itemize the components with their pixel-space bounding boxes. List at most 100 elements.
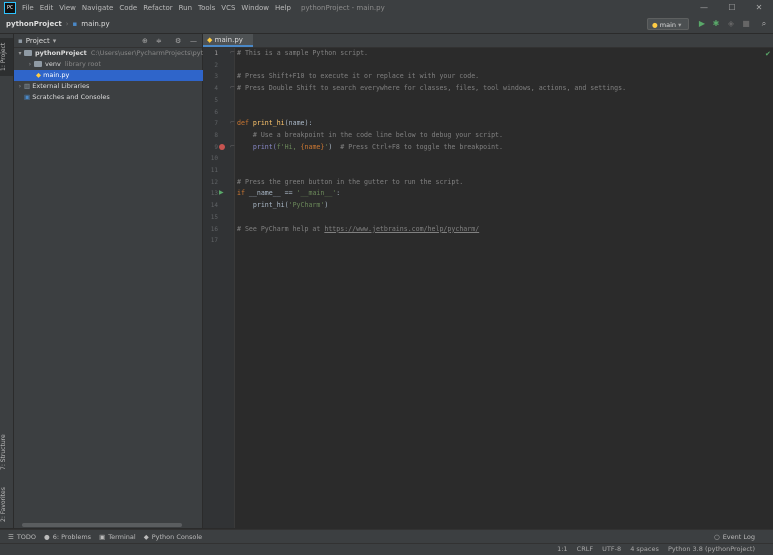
- code-text: print(: [237, 142, 277, 151]
- close-button[interactable]: ✕: [745, 0, 773, 16]
- code-text: (name):: [284, 119, 313, 128]
- tool-python-console[interactable]: ◆ Python Console: [144, 533, 202, 541]
- keyword: def: [237, 119, 253, 128]
- minimize-button[interactable]: —: [690, 0, 718, 16]
- indent-setting[interactable]: 4 spaces: [630, 545, 659, 553]
- line-number: 9: [214, 143, 218, 151]
- left-tool-stripe: 1: Project 7: Structure 2: Favorites: [0, 34, 14, 528]
- list-icon: ☰: [8, 533, 14, 541]
- code-line-3: # Press Shift+F10 to execute it or repla…: [237, 72, 480, 81]
- tool-label: TODO: [16, 533, 37, 541]
- breadcrumb-project[interactable]: pythonProject: [6, 20, 62, 28]
- tree-item-project-root[interactable]: ▾ pythonProject C:\Users\user\PycharmProj…: [14, 48, 204, 59]
- line-number: 16: [210, 225, 218, 233]
- tool-todo[interactable]: ☰ TODO: [8, 533, 36, 541]
- code-line-8: # Use a breakpoint in the code line belo…: [237, 130, 503, 139]
- menu-help[interactable]: Help: [275, 4, 291, 12]
- locate-file-icon[interactable]: ⊕: [142, 37, 148, 45]
- navigation-bar: pythonProject › ▪ main.py ● main ▾ ▶ ✱ ◈…: [0, 16, 773, 34]
- debug-icon[interactable]: ✱: [711, 19, 721, 29]
- python-file-icon: ◆: [36, 71, 41, 79]
- breadcrumb-separator: ›: [65, 20, 69, 28]
- caret-position[interactable]: 1:1: [557, 545, 567, 553]
- project-tool-tab[interactable]: 1: Project: [0, 38, 13, 76]
- breadcrumb-file[interactable]: main.py: [81, 20, 109, 28]
- horizontal-scrollbar[interactable]: [22, 523, 182, 527]
- menu-file[interactable]: File: [22, 4, 34, 12]
- checkmark-icon[interactable]: ✔: [765, 50, 771, 58]
- scratches-icon: ▣: [24, 93, 31, 101]
- editor-gutter[interactable]: 1 2 3 4 5 6 7 8 9 10 11 12 13 14 15 16 1…: [203, 48, 235, 528]
- title-bar: PC File Edit View Navigate Code Refactor…: [0, 0, 773, 16]
- tree-item-path: C:\Users\user\PycharmProjects\pyth: [90, 49, 204, 57]
- menu-run[interactable]: Run: [179, 4, 192, 12]
- folder-icon: [24, 50, 32, 56]
- structure-tool-tab[interactable]: 7: Structure: [0, 430, 13, 474]
- python-file-icon: ◆: [207, 36, 213, 44]
- code-editor[interactable]: # This is a sample Python script. # Pres…: [235, 48, 765, 528]
- line-number: 14: [210, 202, 218, 210]
- file-encoding[interactable]: UTF-8: [602, 545, 621, 553]
- error-stripe[interactable]: ✔: [765, 48, 773, 528]
- tree-item-external-libraries[interactable]: › ▥ External Libraries: [14, 81, 204, 92]
- run-gutter-icon[interactable]: ▶: [219, 189, 224, 196]
- line-number: 15: [210, 213, 218, 221]
- bottom-tool-bar: ☰ TODO ● 6: Problems ▣ Terminal ◆ Python Con…: [0, 529, 773, 544]
- python-interpreter[interactable]: Python 3.8 (pythonProject): [668, 545, 755, 553]
- menu-refactor[interactable]: Refactor: [143, 4, 172, 12]
- hide-panel-icon[interactable]: —: [190, 37, 197, 45]
- breadcrumb: pythonProject › ▪ main.py: [6, 20, 110, 28]
- tool-terminal[interactable]: ▣ Terminal: [99, 533, 136, 541]
- info-icon: ●: [44, 533, 50, 541]
- collapse-all-icon[interactable]: ≑: [156, 37, 162, 45]
- tree-item-label: pythonProject: [35, 49, 87, 57]
- line-number: 12: [210, 178, 218, 186]
- stop-icon[interactable]: ■: [741, 19, 751, 29]
- help-link[interactable]: https://www.jetbrains.com/help/pycharm/: [324, 225, 479, 233]
- menu-tools[interactable]: Tools: [198, 4, 215, 12]
- code-text: __name__ ==: [248, 189, 297, 198]
- menu-view[interactable]: View: [59, 4, 76, 12]
- project-panel: ▪ Project ▾ ⊕ ≑ ⚙ — ▾ pythonProject C:\Us…: [14, 34, 224, 528]
- chevron-down-icon[interactable]: ▾: [53, 37, 57, 45]
- menu-navigate[interactable]: Navigate: [82, 4, 113, 12]
- menu-vcs[interactable]: VCS: [221, 4, 235, 12]
- run-configuration-select[interactable]: ● main ▾: [647, 18, 689, 30]
- code-text: ): [328, 142, 341, 151]
- function-name: print_hi: [252, 119, 285, 128]
- project-panel-title[interactable]: Project: [26, 37, 50, 45]
- line-number: 6: [214, 108, 218, 116]
- window-title: pythonProject - main.py: [301, 4, 385, 12]
- coverage-icon[interactable]: ◈: [726, 19, 736, 29]
- line-separator[interactable]: CRLF: [577, 545, 593, 553]
- favorites-tool-tab[interactable]: 2: Favorites: [0, 484, 13, 526]
- code-comment: # See PyCharm help at: [237, 224, 325, 233]
- line-number: 11: [210, 167, 218, 174]
- library-icon: ▥: [24, 82, 31, 90]
- menu-code[interactable]: Code: [119, 4, 137, 12]
- line-number: 5: [214, 96, 218, 104]
- tree-item-main-py[interactable]: ◆ main.py: [14, 70, 224, 81]
- tab-main-py[interactable]: ◆ main.py ×: [203, 34, 253, 57]
- line-number: 10: [210, 155, 218, 163]
- chevron-right-icon[interactable]: ›: [16, 81, 24, 92]
- tree-item-label: venv: [45, 60, 61, 68]
- tree-item-scratches[interactable]: ▣ Scratches and Consoles: [14, 92, 212, 103]
- maximize-button[interactable]: ☐: [718, 0, 746, 16]
- tool-problems[interactable]: ● 6: Problems: [44, 533, 91, 541]
- run-config-label: main: [659, 21, 676, 29]
- chevron-right-icon[interactable]: ›: [26, 59, 34, 70]
- gear-icon[interactable]: ⚙: [175, 37, 181, 45]
- run-icon[interactable]: ▶: [697, 19, 707, 29]
- code-text: :: [336, 189, 341, 198]
- search-icon[interactable]: ⌕: [759, 19, 769, 29]
- menu-window[interactable]: Window: [241, 4, 269, 12]
- tree-item-venv[interactable]: › venv library root: [14, 59, 214, 70]
- tool-event-log[interactable]: ○ Event Log: [714, 533, 755, 541]
- tree-item-label: main.py: [43, 71, 70, 79]
- tool-label: Event Log: [722, 533, 755, 541]
- menu-edit[interactable]: Edit: [40, 4, 54, 12]
- breakpoint-icon[interactable]: [219, 144, 225, 150]
- line-number: 1: [214, 50, 218, 57]
- chevron-down-icon[interactable]: ▾: [16, 48, 24, 59]
